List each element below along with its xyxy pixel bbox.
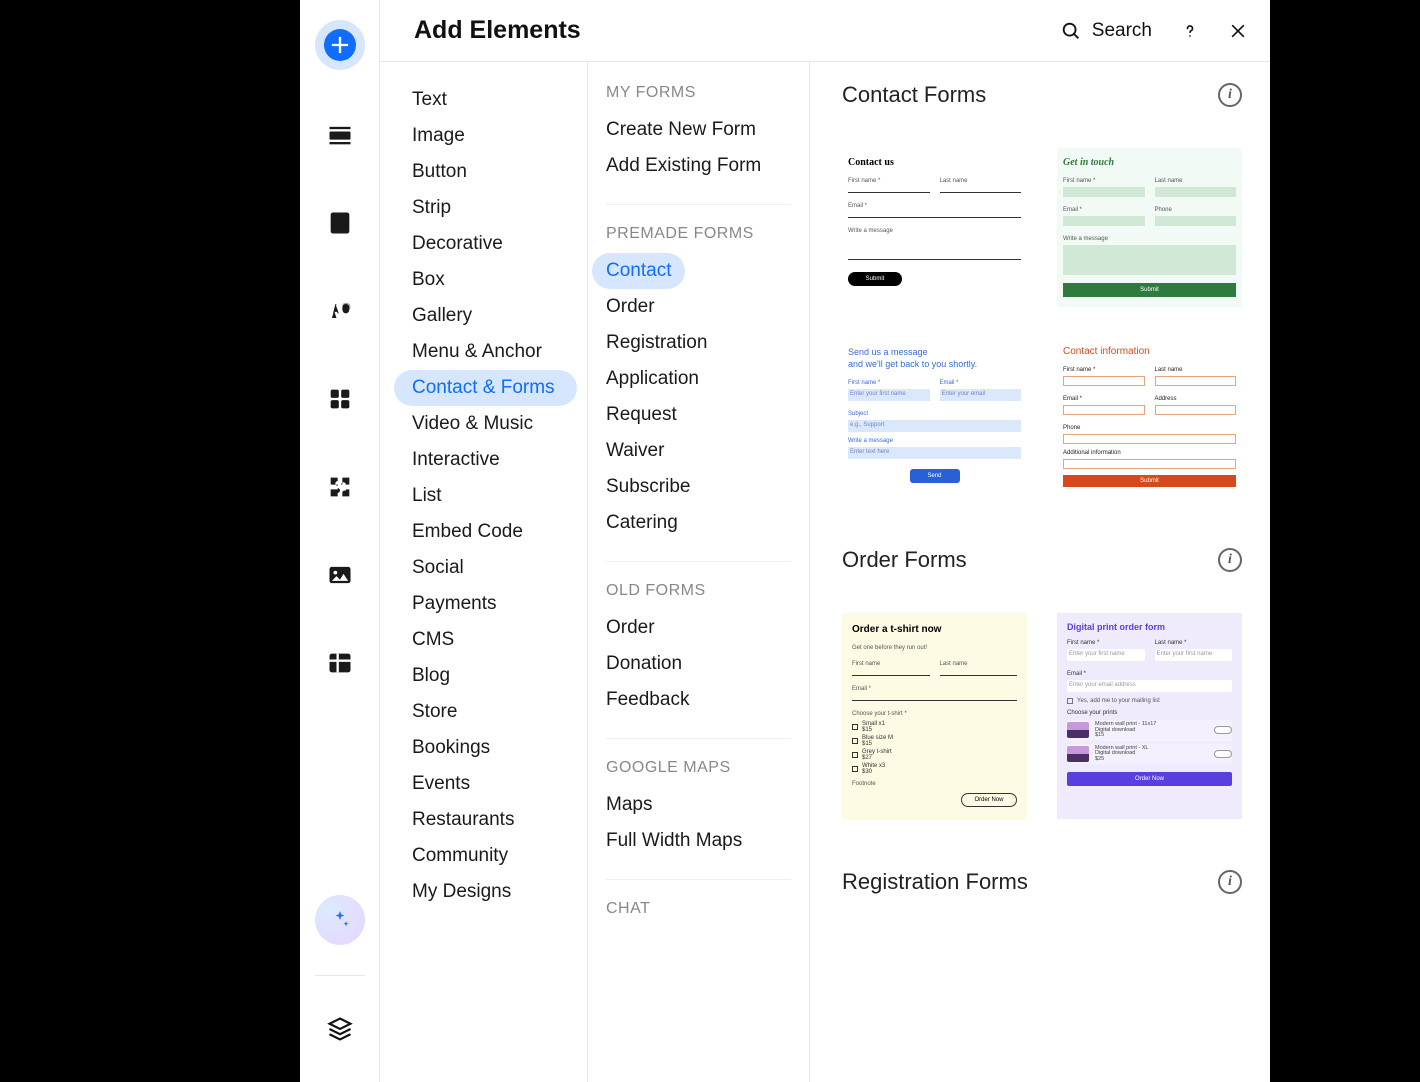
cat-bookings[interactable]: Bookings [394, 730, 577, 766]
info-icon[interactable]: i [1218, 870, 1242, 894]
cat-mydesigns[interactable]: My Designs [394, 874, 577, 910]
section-icon[interactable] [317, 112, 363, 158]
sub-group-old: OLD FORMS [606, 582, 791, 600]
cat-cms[interactable]: CMS [394, 622, 577, 658]
cat-community[interactable]: Community [394, 838, 577, 874]
cat-image[interactable]: Image [394, 118, 577, 154]
cat-interactive[interactable]: Interactive [394, 442, 577, 478]
sub-group-premade: PREMADE FORMS [606, 225, 791, 243]
sub-application[interactable]: Application [592, 361, 713, 397]
form-preview-contact-info[interactable]: Contact information First name * Last na… [1057, 337, 1242, 497]
sub-subscribe[interactable]: Subscribe [592, 469, 705, 505]
sub-full-maps[interactable]: Full Width Maps [592, 823, 756, 859]
cat-button[interactable]: Button [394, 154, 577, 190]
puzzle-icon[interactable] [317, 464, 363, 510]
cat-list[interactable]: List [394, 478, 577, 514]
icon-rail [300, 0, 380, 1082]
sub-order[interactable]: Order [592, 289, 669, 325]
panel-header: Add Elements Search [380, 0, 1270, 62]
cat-social[interactable]: Social [394, 550, 577, 586]
cat-events[interactable]: Events [394, 766, 577, 802]
help-icon[interactable] [1180, 21, 1200, 41]
cat-gallery[interactable]: Gallery [394, 298, 577, 334]
sub-create-form[interactable]: Create New Form [592, 112, 770, 148]
section-registration-forms: Registration Forms [842, 869, 1028, 895]
preview-pane: Contact Forms i Contact us First name * … [810, 62, 1270, 1082]
cat-store[interactable]: Store [394, 694, 577, 730]
panel-title: Add Elements [414, 16, 581, 45]
sub-old-order[interactable]: Order [592, 610, 669, 646]
layers-icon[interactable] [317, 1006, 363, 1052]
cat-restaurants[interactable]: Restaurants [394, 802, 577, 838]
search-button[interactable]: Search [1060, 20, 1152, 42]
sub-maps[interactable]: Maps [592, 787, 666, 823]
cat-contact-forms[interactable]: Contact & Forms [394, 370, 577, 406]
section-order-forms: Order Forms [842, 547, 967, 573]
category-list: Text Image Button Strip Decorative Box G… [380, 62, 588, 1082]
form-preview-contact-us[interactable]: Contact us First name * Last name Email … [842, 148, 1027, 307]
sub-contact[interactable]: Contact [592, 253, 685, 289]
sub-group-chat: CHAT [606, 900, 791, 918]
media-icon[interactable] [317, 552, 363, 598]
page-icon[interactable] [317, 200, 363, 246]
apps-icon[interactable] [317, 376, 363, 422]
form-preview-send-message[interactable]: Send us a message and we'll get back to … [842, 337, 1027, 497]
cat-decorative[interactable]: Decorative [394, 226, 577, 262]
sub-waiver[interactable]: Waiver [592, 433, 678, 469]
cat-embed[interactable]: Embed Code [394, 514, 577, 550]
sub-request[interactable]: Request [592, 397, 691, 433]
form-preview-digital-print[interactable]: Digital print order form First name *Ent… [1057, 613, 1242, 819]
sub-donation[interactable]: Donation [592, 646, 696, 682]
cat-blog[interactable]: Blog [394, 658, 577, 694]
close-icon[interactable] [1228, 21, 1248, 41]
sub-group-maps: GOOGLE MAPS [606, 759, 791, 777]
cat-strip[interactable]: Strip [394, 190, 577, 226]
subcategory-list: MY FORMS Create New Form Add Existing Fo… [588, 62, 810, 1082]
cms-icon[interactable] [317, 640, 363, 686]
form-preview-get-in-touch[interactable]: Get in touch First name * Last name Emai… [1057, 148, 1242, 307]
sub-feedback[interactable]: Feedback [592, 682, 703, 718]
sub-add-existing[interactable]: Add Existing Form [592, 148, 775, 184]
design-icon[interactable] [317, 288, 363, 334]
cat-menu[interactable]: Menu & Anchor [394, 334, 577, 370]
info-icon[interactable]: i [1218, 548, 1242, 572]
sub-group-myforms: MY FORMS [606, 84, 791, 102]
info-icon[interactable]: i [1218, 83, 1242, 107]
cat-box[interactable]: Box [394, 262, 577, 298]
cat-video[interactable]: Video & Music [394, 406, 577, 442]
ai-sparkle-icon[interactable] [315, 895, 365, 945]
cat-text[interactable]: Text [394, 82, 577, 118]
sub-registration[interactable]: Registration [592, 325, 721, 361]
form-preview-order-tshirt[interactable]: Order a t-shirt now Get one before they … [842, 613, 1027, 819]
add-elements-button[interactable] [315, 20, 365, 70]
search-icon [1060, 20, 1082, 42]
cat-payments[interactable]: Payments [394, 586, 577, 622]
section-contact-forms: Contact Forms [842, 82, 986, 108]
sub-catering[interactable]: Catering [592, 505, 692, 541]
